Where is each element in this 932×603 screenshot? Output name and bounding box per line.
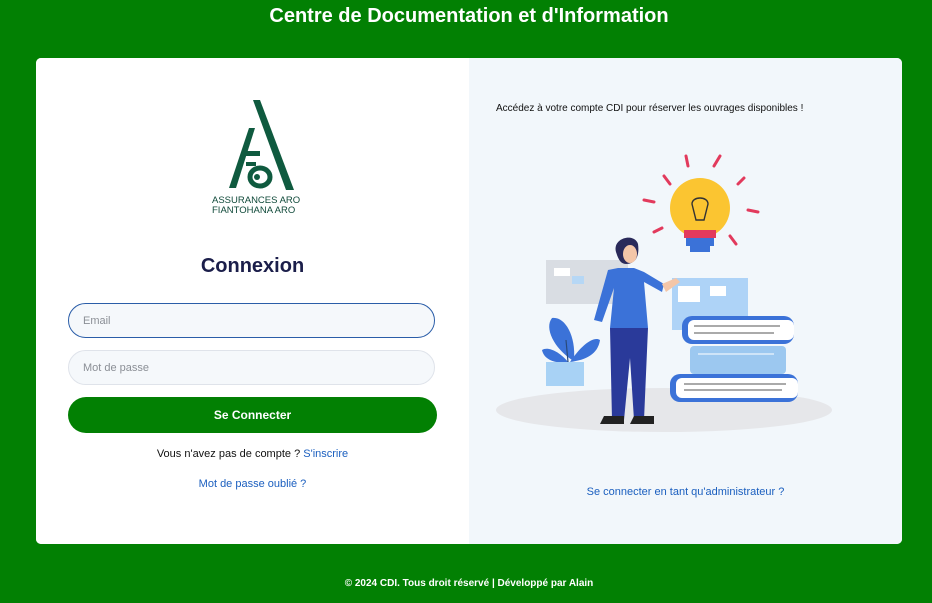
- welcome-pane: Accédez à votre compte CDI pour réserver…: [469, 58, 902, 544]
- page-title: Centre de Documentation et d'Information: [269, 5, 669, 27]
- login-pane: ASSURANCES ARO FIANTOHANA ARO Connexion …: [36, 58, 469, 544]
- password-field[interactable]: [68, 350, 435, 385]
- login-title: Connexion: [200, 255, 305, 277]
- admin-login-row: Se connecter en tant qu'administrateur ?: [469, 486, 902, 498]
- brand-line-2: FIANTOHANA ARO: [212, 205, 296, 216]
- forgot-password-row: Mot de passe oublié ?: [36, 478, 469, 490]
- idea-illustration: [496, 154, 832, 432]
- signup-prompt: Vous n'avez pas de compte ? S'inscrire: [36, 448, 469, 460]
- logo-text: ASSURANCES ARO FIANTOHANA ARO: [212, 196, 302, 216]
- footer: © 2024 CDI. Tous droit réservé | Dévelop…: [344, 578, 594, 589]
- signup-link[interactable]: S'inscrire: [303, 448, 348, 460]
- tagline: Accédez à votre compte CDI pour réserver…: [496, 103, 804, 114]
- email-field[interactable]: [68, 303, 435, 338]
- no-account-text: Vous n'avez pas de compte ?: [156, 448, 301, 460]
- login-card: ASSURANCES ARO FIANTOHANA ARO Connexion …: [36, 58, 902, 544]
- admin-login-link[interactable]: Se connecter en tant qu'administrateur ?: [587, 486, 785, 498]
- login-button[interactable]: Se Connecter: [68, 397, 437, 433]
- forgot-password-link[interactable]: Mot de passe oublié ?: [199, 478, 307, 490]
